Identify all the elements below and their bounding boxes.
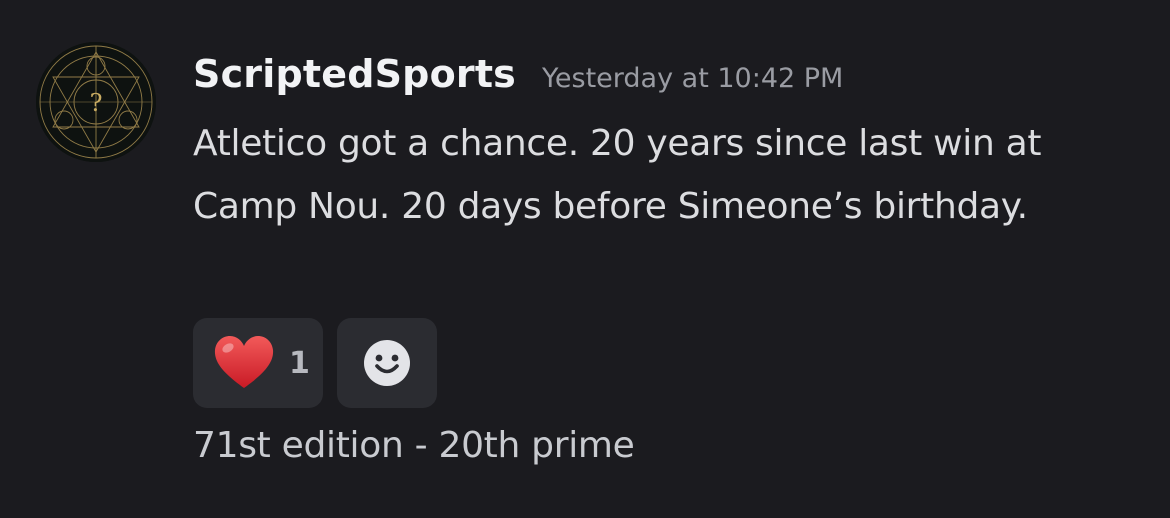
heart-reaction-button[interactable]: 1 (193, 318, 323, 408)
reaction-count: 1 (289, 345, 310, 381)
svg-text:?: ? (90, 89, 103, 117)
avatar[interactable]: ? (36, 42, 156, 162)
timestamp: Yesterday at 10:42 PM (542, 63, 844, 94)
username[interactable]: ScriptedSports (193, 52, 516, 96)
edition-text: 71st edition - 20th prime (193, 425, 635, 466)
message-content: Atletico got a chance. 20 years since la… (193, 123, 1042, 227)
add-reaction-button[interactable] (337, 318, 437, 408)
red-heart-icon (214, 336, 274, 388)
message-header: ScriptedSports Yesterday at 10:42 PM (193, 52, 843, 102)
smiley-icon (364, 340, 410, 386)
reactions-bar: 1 (193, 318, 437, 408)
mystic-circle-icon: ? (36, 42, 156, 162)
